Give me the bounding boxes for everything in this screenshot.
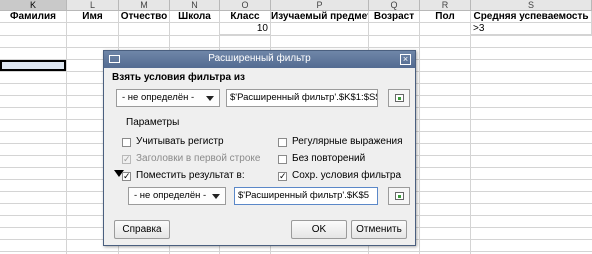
criteria-cell-class[interactable]: 10	[220, 23, 271, 35]
output-combo-value: - не определён -	[134, 190, 207, 201]
header-cell-class[interactable]: Класс	[220, 11, 271, 23]
ok-button[interactable]: OK	[291, 220, 347, 239]
advanced-filter-dialog: Расширенный фильтр × Взять условия фильт…	[103, 50, 416, 246]
grid-row-line	[0, 251, 592, 252]
no-duplicates-label: Без повторений	[292, 153, 366, 164]
header-cell-name[interactable]: Имя	[67, 11, 119, 23]
grid-col-line	[419, 11, 420, 254]
keep-criteria-label: Сохр. условия фильтра	[292, 170, 402, 181]
header-cell-subject[interactable]: Изучаемый предмет	[271, 11, 369, 23]
source-range-input[interactable]: $'Расширенный фильтр'.$K$1:$S$2	[226, 89, 378, 107]
regex-label: Регулярные выражения	[292, 136, 403, 147]
header-cell-gender[interactable]: Пол	[420, 11, 471, 23]
column-header-n[interactable]: N	[170, 0, 220, 11]
regex-checkbox[interactable]	[278, 138, 287, 147]
cancel-button[interactable]: Отменить	[351, 220, 407, 239]
column-header-p[interactable]: P	[271, 0, 369, 11]
column-header-m[interactable]: M	[119, 0, 170, 11]
shrink-range-icon	[395, 94, 404, 102]
column-header-s[interactable]: S	[471, 0, 592, 11]
source-combo-value: - не определён -	[122, 92, 195, 103]
source-named-range-combo[interactable]: - не определён -	[116, 89, 220, 107]
header-cell-grade[interactable]: Средняя успеваемость	[471, 11, 592, 23]
close-icon[interactable]: ×	[400, 54, 411, 65]
options-expander-label[interactable]: Параметры	[126, 117, 179, 128]
case-sensitive-label: Учитывать регистр	[136, 136, 224, 147]
shrink-range-icon	[395, 192, 404, 200]
header-cell-age[interactable]: Возраст	[369, 11, 420, 23]
grid-row-line	[0, 47, 592, 48]
source-shrink-button[interactable]	[388, 89, 410, 107]
keep-criteria-checkbox[interactable]: ✓	[278, 172, 287, 181]
grid-row-line	[0, 35, 592, 36]
no-duplicates-checkbox[interactable]	[278, 155, 287, 164]
header-cell-patronymic[interactable]: Отчество	[119, 11, 170, 23]
column-header-k[interactable]: K	[0, 0, 67, 11]
active-cell-cursor[interactable]	[0, 60, 66, 71]
output-range-input[interactable]: $'Расширенный фильтр'.$K$5	[234, 187, 378, 205]
headers-label: Заголовки в первой строке	[136, 153, 261, 164]
case-sensitive-checkbox[interactable]	[122, 138, 131, 147]
header-cell-school[interactable]: Школа	[170, 11, 220, 23]
column-header-q[interactable]: Q	[369, 0, 420, 11]
header-cell-surname[interactable]: Фамилия	[0, 11, 67, 23]
source-section-label: Взять условия фильтра из	[112, 72, 245, 83]
chevron-down-icon	[206, 96, 214, 101]
dialog-title: Расширенный фильтр	[208, 53, 311, 64]
dialog-title-bar[interactable]: Расширенный фильтр ×	[104, 51, 415, 68]
copy-results-label: Поместить результат в:	[136, 170, 245, 181]
help-button[interactable]: Справка	[114, 220, 170, 239]
headers-checkbox: ✓	[122, 154, 131, 164]
output-shrink-button[interactable]	[388, 187, 410, 205]
chevron-down-icon	[212, 194, 220, 199]
column-header-o[interactable]: O	[220, 0, 271, 11]
criteria-cell-grade[interactable]: >3	[471, 23, 592, 35]
grid-col-line	[66, 11, 67, 254]
column-header-r[interactable]: R	[420, 0, 471, 11]
column-header-l[interactable]: L	[67, 0, 119, 11]
output-named-range-combo[interactable]: - не определён -	[128, 187, 226, 205]
grid-col-line	[470, 11, 471, 254]
copy-results-checkbox[interactable]: ✓	[122, 172, 131, 181]
